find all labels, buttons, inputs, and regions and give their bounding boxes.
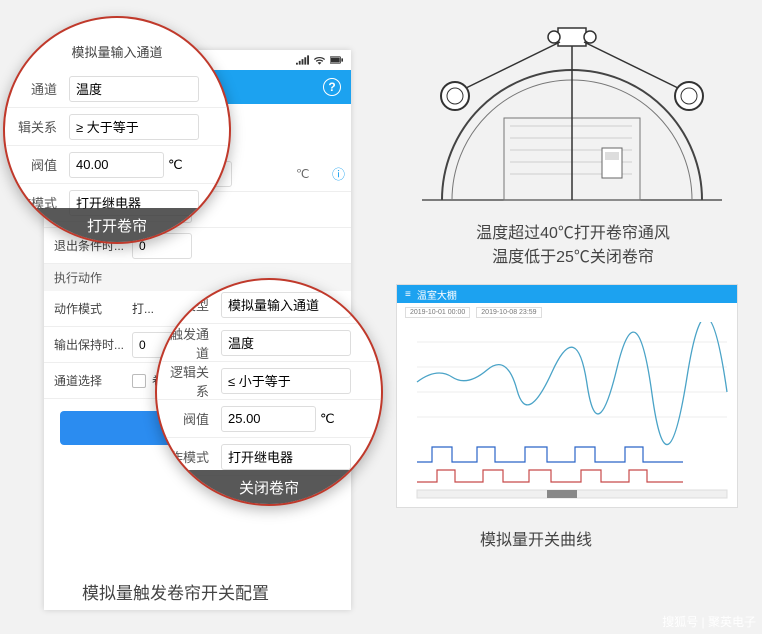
z1-thresh-input[interactable]: [69, 152, 164, 178]
z2-unit: ℃: [320, 411, 335, 427]
signal-icon: [296, 55, 309, 65]
help-icon[interactable]: ?: [323, 78, 341, 96]
date-from[interactable]: 2019-10-01 00:00: [405, 307, 470, 318]
z2-logic-input[interactable]: [221, 368, 351, 394]
greenhouse-label: 温度超过40℃打开卷帘通风 温度低于25℃关闭卷帘: [403, 222, 743, 270]
mode-label: 动作模式: [44, 300, 126, 317]
threshold-unit: ℃: [292, 167, 332, 181]
z1-channel-input[interactable]: [69, 76, 199, 102]
date-to[interactable]: 2019-10-08 23:59: [476, 307, 541, 318]
chart-title: 温室大棚: [417, 287, 457, 302]
menu-icon[interactable]: ≡: [405, 289, 411, 300]
chan-label: 通道选择: [44, 372, 126, 389]
wifi-icon: [313, 55, 326, 65]
z2-thresh-input[interactable]: [221, 406, 316, 432]
z1-caption: 打开卷帘: [5, 208, 229, 242]
z2-thresh-label: 阀值: [157, 409, 215, 428]
z2-logic-label: 逻辑关系: [157, 362, 215, 400]
greenhouse-diagram: [422, 18, 722, 213]
gh-text-2: 温度低于25℃关闭卷帘: [403, 246, 743, 270]
hold-label: 输出保持时...: [44, 336, 126, 353]
z1-channel-label: 通道: [5, 79, 63, 98]
z1-thresh-label: 阀值: [5, 155, 63, 174]
zoom-close-curtain: 原类型 触发通道 逻辑关系 阀值℃ 作模式 关闭卷帘: [155, 278, 383, 506]
battery-icon: [330, 55, 343, 65]
chart-svg: [397, 322, 737, 502]
info-icon[interactable]: ⓘ: [332, 164, 351, 183]
zoom-open-curtain: 模拟量输入通道 通道 辑关系 阀值℃ 作模式 打开卷帘: [3, 16, 231, 244]
z2-caption: 关闭卷帘: [157, 470, 381, 504]
watermark: 搜狐号 | 聚英电子: [662, 613, 756, 630]
z2-channel-input[interactable]: [221, 330, 351, 356]
z1-unit: ℃: [168, 157, 183, 173]
z2-mode-input[interactable]: [221, 444, 351, 470]
chart-caption: 模拟量开关曲线: [480, 526, 592, 550]
z1-title: 模拟量输入通道: [71, 42, 162, 61]
z1-logic-label: 辑关系: [5, 117, 63, 136]
z1-logic-input[interactable]: [69, 114, 199, 140]
left-caption: 模拟量触发卷帘开关配置: [82, 579, 269, 604]
analog-curve-chart: ≡ 温室大棚 2019-10-01 00:00 2019-10-08 23:59: [396, 284, 738, 508]
gh-text-1: 温度超过40℃打开卷帘通风: [403, 222, 743, 246]
checkbox-open[interactable]: [132, 374, 146, 388]
